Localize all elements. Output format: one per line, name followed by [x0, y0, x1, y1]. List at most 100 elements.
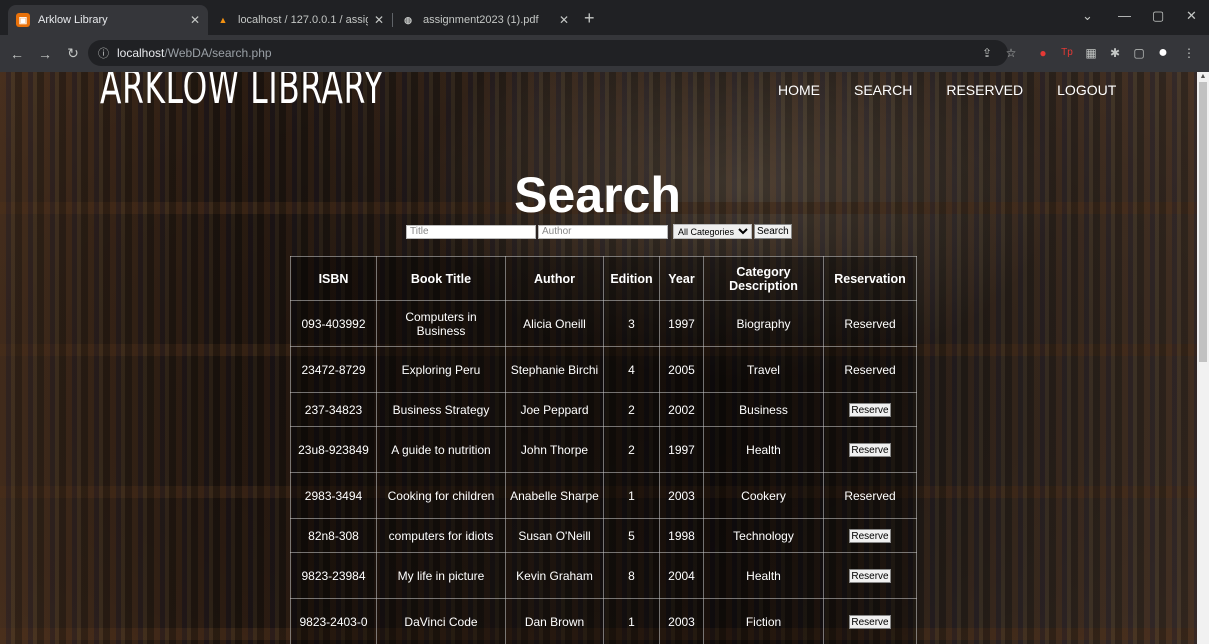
cell-year: 2005 [659, 346, 704, 393]
page-scrollbar[interactable]: ▲ [1197, 72, 1209, 644]
table-row: 23472-8729 Exploring Peru Stephanie Birc… [290, 346, 917, 393]
cell-reservation-status: Reserved [823, 300, 917, 347]
browser-toolbar: ← → ↻ ⓘ localhost/WebDA/search.php ⇪ ☆ ●… [0, 35, 1209, 72]
cell-year: 1998 [659, 518, 704, 553]
table-row: 237-34823 Business Strategy Joe Peppard … [290, 392, 917, 427]
cell-title: Computers in Business [376, 300, 506, 347]
cell-edition: 3 [603, 300, 660, 347]
reserve-button[interactable]: Reserve [849, 569, 891, 584]
tab-arklow-library[interactable]: ▣ Arklow Library ✕ [8, 5, 208, 35]
tab-search-icon[interactable]: ⌄ [1082, 8, 1093, 24]
cell-title: Exploring Peru [376, 346, 506, 393]
cell-year: 2002 [659, 392, 704, 427]
table-row: 093-403992 Computers in Business Alicia … [290, 300, 917, 347]
search-form: All Categories Search [406, 224, 792, 239]
close-tab-icon[interactable]: ✕ [374, 13, 384, 27]
extension-red-icon[interactable]: ● [1036, 46, 1050, 60]
cell-category: Health [703, 426, 824, 473]
address-bar[interactable]: ⓘ localhost/WebDA/search.php [88, 40, 1008, 66]
forward-arrow-icon[interactable]: → [34, 46, 56, 62]
reserve-button[interactable]: Reserve [849, 615, 891, 630]
scrollbar-thumb[interactable] [1199, 82, 1207, 362]
cell-reservation-status: Reserved [823, 472, 917, 519]
cell-isbn: 23u8-923849 [290, 426, 377, 473]
cell-title: DaVinci Code [376, 598, 506, 644]
globe-favicon-icon: ◍ [404, 14, 412, 25]
cell-edition: 1 [603, 598, 660, 644]
cell-author: Anabelle Sharpe [505, 472, 604, 519]
cell-category: Fiction [703, 598, 824, 644]
header-reservation: Reservation [823, 256, 917, 301]
header-isbn: ISBN [290, 256, 377, 301]
cell-category: Biography [703, 300, 824, 347]
site-logo[interactable]: ARKLOW LIBRARY [100, 72, 384, 114]
cell-reservation-status: Reserved [823, 346, 917, 393]
new-tab-button[interactable]: + [584, 9, 595, 27]
cell-isbn: 9823-23984 [290, 552, 377, 599]
tab-phpmyadmin[interactable]: ▲ localhost / 127.0.0.1 / assignme ✕ [208, 5, 392, 35]
star-icon[interactable]: ☆ [1004, 46, 1018, 60]
table-row: 2983-3494 Cooking for children Anabelle … [290, 472, 917, 519]
cell-author: Kevin Graham [505, 552, 604, 599]
library-favicon-icon: ▣ [16, 13, 30, 27]
extension-tp-icon[interactable]: Tp [1060, 46, 1074, 60]
nav-logout-link[interactable]: LOGOUT [1057, 82, 1116, 98]
table-row: 23u8-923849 A guide to nutrition John Th… [290, 426, 917, 473]
reload-icon[interactable]: ↻ [62, 45, 84, 62]
cell-title: A guide to nutrition [376, 426, 506, 473]
profile-avatar-icon[interactable]: ● [1156, 45, 1170, 61]
cell-reservation: Reserve [823, 552, 917, 599]
close-window-icon[interactable]: ✕ [1186, 8, 1197, 24]
header-book-title: Book Title [376, 256, 506, 301]
cell-year: 1997 [659, 300, 704, 347]
cell-edition: 2 [603, 392, 660, 427]
page-viewport: ARKLOW LIBRARY HOME SEARCH RESERVED LOGO… [0, 72, 1197, 644]
cell-reservation: Reserve [823, 518, 917, 553]
close-tab-icon[interactable]: ✕ [190, 13, 200, 27]
nav-home-link[interactable]: HOME [778, 82, 820, 98]
back-arrow-icon[interactable]: ← [6, 46, 28, 62]
title-search-input[interactable] [406, 224, 536, 239]
cell-year: 2004 [659, 552, 704, 599]
tab-title: Arklow Library [38, 14, 108, 26]
extensions-puzzle-icon[interactable]: ✱ [1108, 46, 1122, 60]
author-search-input[interactable] [538, 224, 668, 239]
table-row: 9823-2403-0 DaVinci Code Dan Brown 1 200… [290, 598, 917, 644]
extension-box-icon[interactable]: ▦ [1084, 46, 1098, 60]
info-icon[interactable]: ⓘ [98, 45, 109, 61]
nav-search-link[interactable]: SEARCH [854, 82, 912, 98]
cell-isbn: 093-403992 [290, 300, 377, 347]
cell-edition: 5 [603, 518, 660, 553]
cell-isbn: 237-34823 [290, 392, 377, 427]
category-select[interactable]: All Categories [673, 224, 752, 239]
search-button[interactable]: Search [754, 224, 792, 239]
header-year: Year [659, 256, 704, 301]
cell-category: Technology [703, 518, 824, 553]
nav-reserved-link[interactable]: RESERVED [946, 82, 1023, 98]
close-tab-icon[interactable]: ✕ [559, 13, 569, 27]
header-author: Author [505, 256, 604, 301]
cell-author: Stephanie Birchi [505, 346, 604, 393]
cell-reservation: Reserve [823, 426, 917, 473]
share-icon[interactable]: ⇪ [980, 46, 994, 60]
page-title: Search [514, 167, 681, 223]
cell-edition: 8 [603, 552, 660, 599]
tab-pdf[interactable]: ◍ assignment2023 (1).pdf ✕ [393, 5, 577, 35]
cell-reservation: Reserve [823, 598, 917, 644]
site-nav: HOME SEARCH RESERVED LOGOUT [778, 82, 1150, 98]
reserve-button[interactable]: Reserve [849, 529, 891, 544]
table-header-row: ISBN Book Title Author Edition Year Cate… [290, 256, 917, 301]
maximize-icon[interactable]: ▢ [1152, 8, 1164, 24]
tab-title: localhost / 127.0.0.1 / assignme [238, 14, 368, 26]
cell-year: 2003 [659, 598, 704, 644]
minimize-icon[interactable]: — [1118, 8, 1131, 23]
menu-kebab-icon[interactable]: ⋮ [1182, 46, 1196, 60]
scroll-up-arrow-icon[interactable]: ▲ [1197, 72, 1209, 82]
cell-title: Business Strategy [376, 392, 506, 427]
cell-title: My life in picture [376, 552, 506, 599]
side-panel-icon[interactable]: ▢ [1132, 46, 1146, 60]
url-host: localhost [117, 46, 165, 60]
reserve-button[interactable]: Reserve [849, 403, 891, 418]
cell-category: Business [703, 392, 824, 427]
reserve-button[interactable]: Reserve [849, 443, 891, 458]
